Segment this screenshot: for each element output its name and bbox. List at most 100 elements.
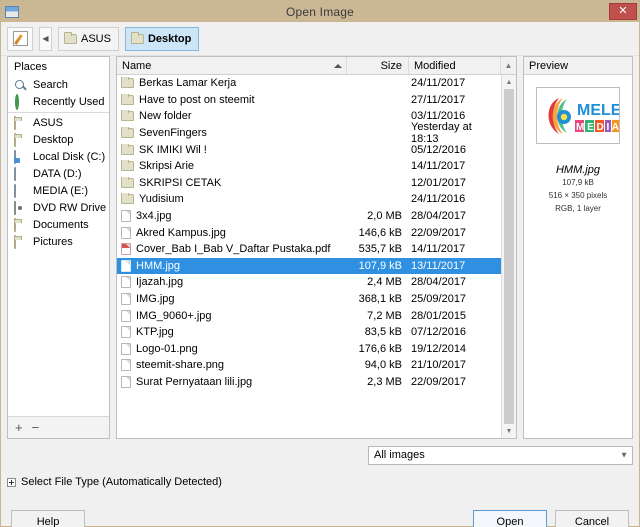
column-header-modified[interactable]: Modified bbox=[409, 57, 501, 74]
scrollbar-track[interactable] bbox=[502, 89, 516, 424]
file-size-cell: 7,2 MB bbox=[367, 309, 402, 322]
sidebar-item-recently-used[interactable]: Recently Used bbox=[8, 93, 109, 110]
sidebar-item-label: ASUS bbox=[33, 116, 63, 129]
edit-location-button[interactable] bbox=[7, 26, 33, 51]
recent-clock-icon bbox=[14, 93, 28, 110]
table-row[interactable]: Ijazah.jpg 2,4 MB 28/04/2017 bbox=[117, 274, 501, 291]
places-list: Places Search Recently Used ASUS Desktop bbox=[8, 57, 109, 416]
file-icon bbox=[121, 342, 131, 355]
file-modified-cell: 14/11/2017 bbox=[411, 160, 466, 173]
file-name-label: Yudisium bbox=[139, 193, 184, 206]
file-name-label: Berkas Lamar Kerja bbox=[139, 77, 237, 90]
remove-place-button[interactable]: − bbox=[32, 421, 40, 434]
breadcrumb-asus[interactable]: ASUS bbox=[58, 26, 119, 51]
table-row[interactable]: Cover_Bab I_Bab V_Daftar Pustaka.pdf 535,… bbox=[117, 241, 501, 258]
table-row[interactable]: IMG.jpg 368,1 kB 25/09/2017 bbox=[117, 291, 501, 308]
sidebar-item-label: DVD RW Drive (F:) bbox=[33, 201, 109, 214]
file-name-cell: Akred Kampus.jpg bbox=[121, 226, 347, 239]
drive-icon bbox=[14, 183, 28, 198]
open-image-dialog: Open Image ✕ ◀ ASUS Desktop Places Searc… bbox=[0, 0, 640, 527]
table-row[interactable]: SKRIPSI CETAK 12/01/2017 bbox=[117, 175, 501, 192]
open-button[interactable]: Open bbox=[473, 510, 547, 527]
sidebar-item-desktop[interactable]: Desktop bbox=[8, 131, 109, 148]
sidebar-item-local-disk-c[interactable]: Local Disk (C:) bbox=[8, 148, 109, 165]
expander-label: Select File Type (Automatically Detected… bbox=[21, 476, 222, 488]
file-name-cell: IMG.jpg bbox=[121, 293, 347, 306]
file-list-header: Name Size Modified ▲ bbox=[117, 57, 516, 75]
scrollbar-thumb[interactable] bbox=[504, 89, 514, 424]
file-size-cell: 107,9 kB bbox=[358, 259, 402, 272]
file-icon bbox=[121, 210, 131, 223]
file-name-cell: Ijazah.jpg bbox=[121, 276, 347, 289]
file-name-label: KTP.jpg bbox=[136, 326, 174, 339]
sidebar-item-asus[interactable]: ASUS bbox=[8, 112, 109, 131]
breadcrumb-back-button[interactable]: ◀ bbox=[39, 26, 52, 51]
cancel-button[interactable]: Cancel bbox=[555, 510, 629, 527]
sidebar-item-label: Pictures bbox=[33, 235, 73, 248]
scroll-down-button[interactable]: ▼ bbox=[502, 424, 516, 438]
search-icon bbox=[14, 79, 28, 91]
folder-icon bbox=[121, 176, 134, 188]
file-modified-cell: 07/12/2016 bbox=[411, 326, 467, 339]
table-row[interactable]: Skripsi Arie 14/11/2017 bbox=[117, 158, 501, 175]
file-size-cell: 94,0 kB bbox=[364, 359, 402, 372]
table-row[interactable]: Berkas Lamar Kerja 24/11/2017 bbox=[117, 75, 501, 92]
file-filter-select[interactable]: All images ▼ bbox=[368, 445, 633, 465]
table-row[interactable]: Have to post on steemit 27/11/2017 bbox=[117, 92, 501, 109]
breadcrumb-label: ASUS bbox=[81, 32, 111, 45]
help-button[interactable]: Help bbox=[11, 510, 85, 527]
file-modified-cell: 28/04/2017 bbox=[411, 276, 467, 289]
table-row[interactable]: HMM.jpg 107,9 kB 13/11/2017 bbox=[117, 257, 501, 275]
file-icon bbox=[121, 276, 131, 289]
file-name-label: 3x4.jpg bbox=[136, 210, 172, 223]
places-sidebar: Places Search Recently Used ASUS Desktop bbox=[7, 56, 110, 439]
file-name-label: Akred Kampus.jpg bbox=[136, 226, 226, 239]
scroll-up-button[interactable]: ▲ bbox=[502, 75, 516, 89]
close-icon[interactable]: ✕ bbox=[609, 3, 637, 20]
sidebar-item-pictures[interactable]: Pictures bbox=[8, 233, 109, 250]
breadcrumb-desktop[interactable]: Desktop bbox=[124, 26, 200, 51]
file-size-cell: 535,7 kB bbox=[358, 243, 402, 256]
file-name-cell: SevenFingers bbox=[121, 127, 347, 139]
path-toolbar: ◀ ASUS Desktop bbox=[1, 22, 639, 56]
file-modified-cell: 28/01/2015 bbox=[411, 309, 467, 322]
column-header-spacer: ▲ bbox=[501, 57, 516, 74]
sidebar-item-label: Local Disk (C:) bbox=[33, 150, 106, 163]
file-modified-cell: 05/12/2016 bbox=[411, 143, 467, 156]
preview-colormode: RGB, 1 layer bbox=[555, 203, 601, 213]
table-row[interactable]: Akred Kampus.jpg 146,6 kB 22/09/2017 bbox=[117, 224, 501, 241]
table-row[interactable]: Yudisium 24/11/2016 bbox=[117, 191, 501, 208]
sidebar-item-documents[interactable]: Documents bbox=[8, 216, 109, 233]
file-name-label: HMM.jpg bbox=[136, 259, 181, 272]
column-label: Modified bbox=[414, 59, 456, 72]
column-header-size[interactable]: Size bbox=[347, 57, 409, 74]
dialog-buttons: Help Open Cancel bbox=[7, 510, 633, 527]
table-row[interactable]: SevenFingers Yesterday at 18:13 bbox=[117, 121, 501, 145]
sidebar-item-dvd-rw-drive-f[interactable]: DVD RW Drive (F:) bbox=[8, 199, 109, 216]
folder-icon bbox=[121, 160, 134, 172]
folder-icon bbox=[121, 93, 134, 105]
filter-row: All images ▼ bbox=[7, 445, 633, 465]
table-row[interactable]: KTP.jpg 83,5 kB 07/12/2016 bbox=[117, 324, 501, 341]
table-row[interactable]: Surat Pernyataan lili.jpg 2,3 MB 22/09/201… bbox=[117, 374, 501, 391]
sidebar-item-search[interactable]: Search bbox=[8, 76, 109, 93]
table-row[interactable]: IMG_9060+.jpg 7,2 MB 28/01/2015 bbox=[117, 307, 501, 324]
vertical-scrollbar[interactable]: ▲ ▼ bbox=[501, 75, 516, 438]
sidebar-item-media-e[interactable]: MEDIA (E:) bbox=[8, 182, 109, 199]
folder-icon bbox=[14, 217, 28, 232]
add-place-button[interactable]: + bbox=[15, 421, 23, 434]
file-name-label: SevenFingers bbox=[139, 127, 207, 140]
file-name-label: Surat Pernyataan lili.jpg bbox=[136, 375, 253, 388]
sidebar-item-label: Recently Used bbox=[33, 95, 105, 108]
svg-text:MELEK: MELEK bbox=[577, 102, 620, 119]
file-modified-cell: 28/04/2017 bbox=[411, 210, 467, 223]
table-row[interactable]: Logo-01.png 176,6 kB 19/12/2014 bbox=[117, 341, 501, 358]
select-file-type-expander[interactable]: Select File Type (Automatically Detected… bbox=[7, 476, 633, 488]
pdf-file-icon bbox=[121, 243, 131, 256]
sidebar-item-data-d[interactable]: DATA (D:) bbox=[8, 165, 109, 182]
file-rows[interactable]: Berkas Lamar Kerja 24/11/2017 Have to post… bbox=[117, 75, 501, 438]
column-header-name[interactable]: Name bbox=[117, 57, 347, 74]
table-row[interactable]: 3x4.jpg 2,0 MB 28/04/2017 bbox=[117, 208, 501, 225]
table-row[interactable]: SK IMIKI Wil ! 05/12/2016 bbox=[117, 141, 501, 158]
table-row[interactable]: steemit-share.png 94,0 kB 21/10/2017 bbox=[117, 357, 501, 374]
